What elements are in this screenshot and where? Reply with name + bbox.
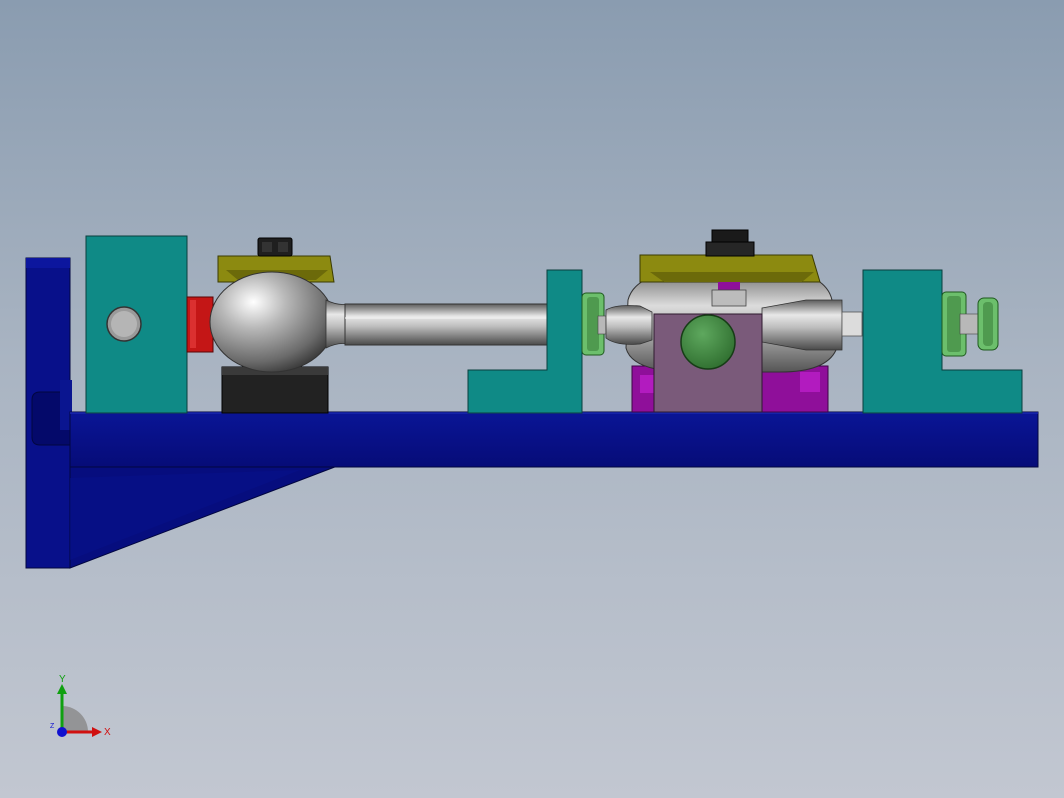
connecting-rod <box>344 303 552 346</box>
x-axis-label: X <box>104 727 111 738</box>
middle-adjust-knob <box>581 292 607 356</box>
base-flange <box>25 257 72 569</box>
z-axis-label: Z <box>50 723 55 730</box>
y-axis-arrowhead <box>57 684 67 694</box>
right-adjust-knob <box>941 291 999 357</box>
x-axis-arrowhead <box>92 727 102 737</box>
base-beam <box>69 411 1039 468</box>
left-ball-joint <box>209 237 349 414</box>
z-axis-dot <box>57 727 67 737</box>
fixture-assembly-model[interactable] <box>0 0 1064 798</box>
left-support-block <box>85 235 188 414</box>
right-clamp-head <box>605 229 863 413</box>
orientation-triad[interactable]: Y X Z <box>40 672 120 752</box>
cad-viewport[interactable]: Y X Z <box>0 0 1064 798</box>
y-axis-label: Y <box>59 674 66 685</box>
